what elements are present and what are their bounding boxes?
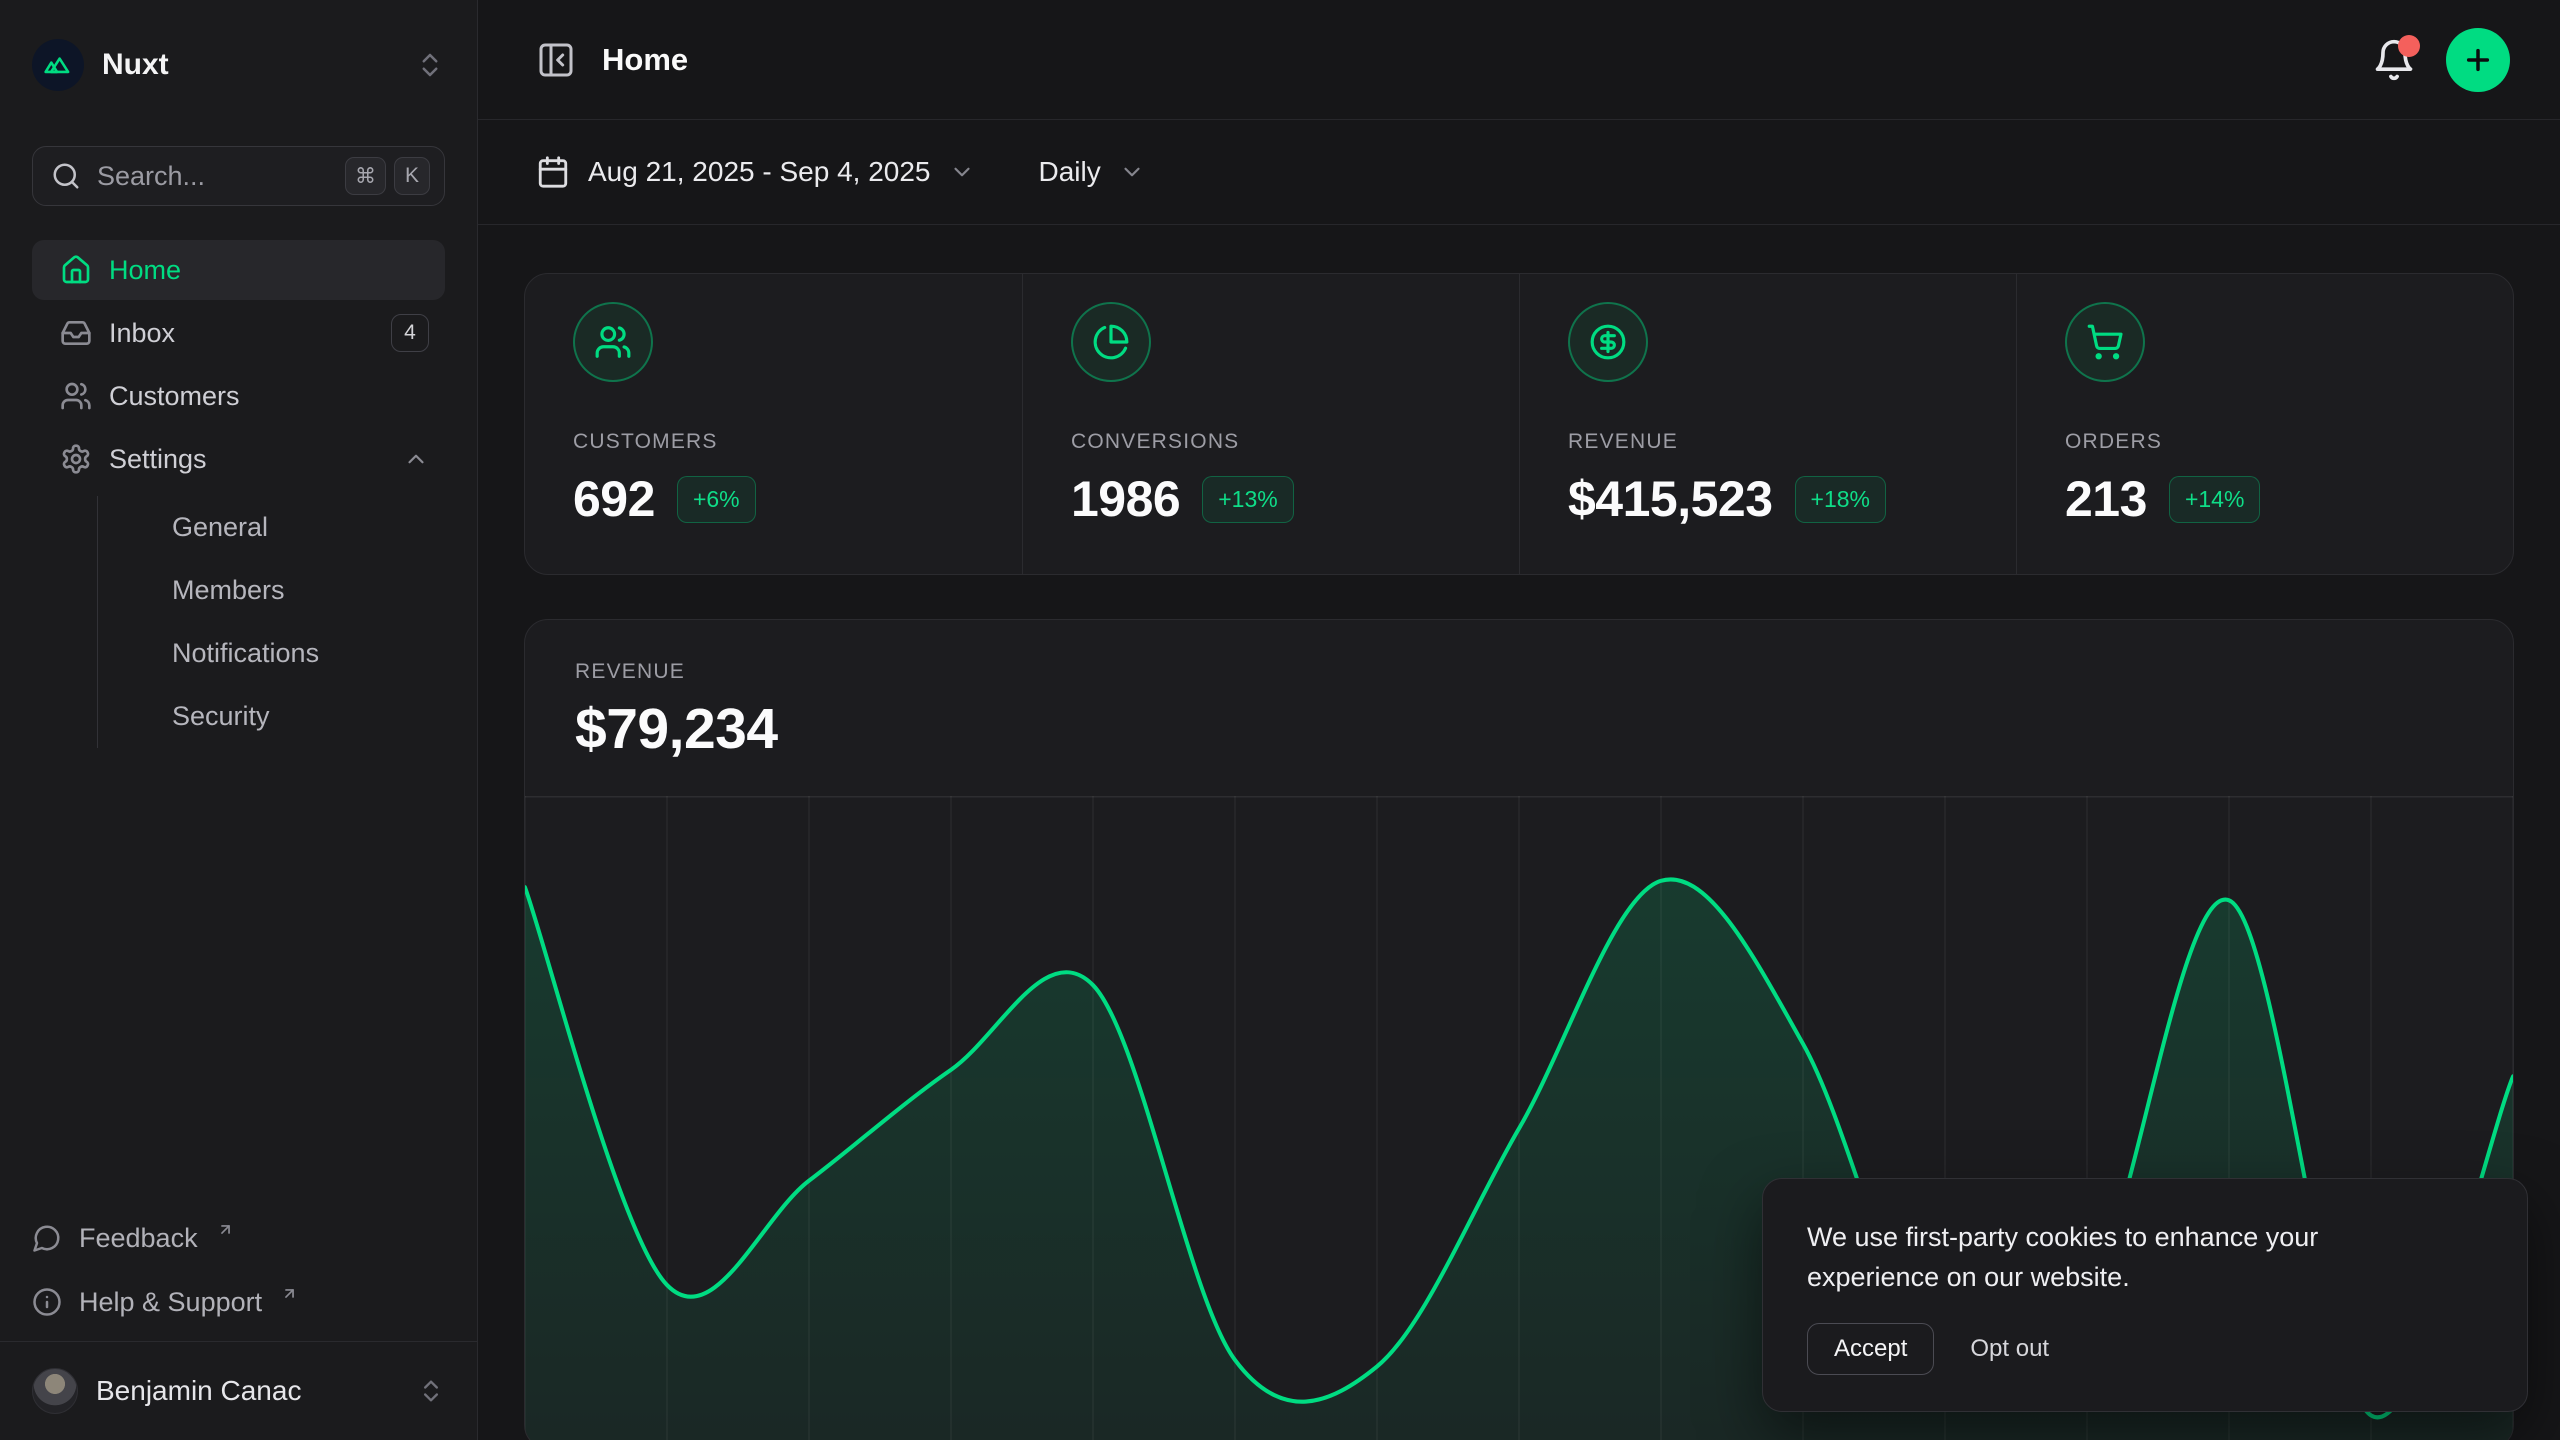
user-avatar [32,1368,78,1414]
message-bubble-icon [32,1223,62,1253]
sidebar-item-customers[interactable]: Customers [32,366,445,426]
stat-delta-badge: +14% [2169,476,2260,523]
stat-delta-badge: +6% [677,476,756,523]
settings-subnav: General Members Notifications Security [97,496,445,748]
sidebar-item-label: Inbox [109,318,175,349]
sidebar-item-notifications[interactable]: Notifications [98,622,445,685]
workspace-switcher[interactable]: Nuxt [32,38,445,92]
sidebar-item-settings[interactable]: Settings [32,429,445,489]
accept-button[interactable]: Accept [1807,1323,1934,1375]
topbar-actions [2372,28,2510,92]
search-input[interactable]: Search... ⌘ K [32,146,445,206]
granularity-select[interactable]: Daily [1039,156,1145,188]
help-support-label: Help & Support [79,1287,262,1318]
cookie-banner: We use first-party cookies to enhance yo… [1762,1178,2528,1412]
home-icon [60,254,92,286]
stat-label: CUSTOMERS [573,430,974,454]
info-circle-icon [32,1287,62,1317]
chevron-down-icon [1119,159,1145,185]
filter-bar: Aug 21, 2025 - Sep 4, 2025 Daily [478,120,2560,225]
page-title: Home [602,42,688,78]
revenue-chart-label: REVENUE [575,660,2463,684]
granularity-value: Daily [1039,156,1101,188]
gear-icon [60,443,92,475]
sidebar-item-label: Home [109,255,181,286]
chevrons-up-down-icon [417,1377,445,1405]
stat-label: REVENUE [1568,430,1968,454]
stat-value: 1986 [1071,470,1180,528]
kbd-cmd: ⌘ [345,157,386,195]
sidebar-item-security[interactable]: Security [98,685,445,748]
stat-delta-badge: +13% [1202,476,1293,523]
topbar: Home [478,0,2560,120]
notifications-button[interactable] [2372,38,2416,82]
stat-card-orders[interactable]: ORDERS 213 +14% [2016,274,2513,574]
pie-chart-icon [1071,302,1151,382]
stats-panel: CUSTOMERS 692 +6% CONVERSIONS 1986 [524,273,2514,575]
search-icon [51,161,81,191]
main-area: Home [478,0,2560,1440]
stat-label: ORDERS [2065,430,2465,454]
unread-dot [2398,35,2420,57]
sidebar-footer: Feedback Help & Support [32,1209,445,1341]
inbox-count-badge: 4 [391,314,429,352]
user-name: Benjamin Canac [96,1375,301,1407]
nuxt-logo [32,39,84,91]
sidebar-item-home[interactable]: Home [32,240,445,300]
sidebar-item-general[interactable]: General [98,496,445,559]
app-window: Nuxt Search... ⌘ K [0,0,2560,1440]
users-icon [60,380,92,412]
cookie-actions: Accept Opt out [1807,1323,2483,1375]
inbox-icon [60,317,92,349]
feedback-label: Feedback [79,1223,198,1254]
external-link-icon [217,1221,234,1238]
add-button[interactable] [2446,28,2510,92]
sidebar-nav: Home Inbox 4 C [32,240,445,748]
search-placeholder: Search... [97,161,205,192]
stat-card-conversions[interactable]: CONVERSIONS 1986 +13% [1022,274,1519,574]
dollar-circle-icon [1568,302,1648,382]
revenue-chart-value: $79,234 [575,696,2463,762]
kbd-k: K [394,157,430,195]
shopping-cart-icon [2065,302,2145,382]
stat-delta-badge: +18% [1795,476,1886,523]
stat-value: 213 [2065,470,2147,528]
opt-out-button[interactable]: Opt out [1964,1324,2055,1374]
stat-value: 692 [573,470,655,528]
stat-card-revenue[interactable]: REVENUE $415,523 +18% [1519,274,2016,574]
sidebar: Nuxt Search... ⌘ K [0,0,478,1440]
chevrons-up-down-icon [415,50,445,80]
help-support-link[interactable]: Help & Support [32,1273,445,1331]
sidebar-spacer [0,748,477,1209]
date-range-value: Aug 21, 2025 - Sep 4, 2025 [588,156,931,188]
sidebar-item-label: Settings [109,444,207,475]
chevron-up-icon [403,446,429,472]
calendar-icon [536,155,570,189]
search-shortcut: ⌘ K [345,157,430,195]
stat-card-customers[interactable]: CUSTOMERS 692 +6% [525,274,1022,574]
user-menu[interactable]: Benjamin Canac [32,1342,445,1440]
cookie-message: We use first-party cookies to enhance yo… [1807,1217,2397,1297]
sidebar-item-label: Customers [109,381,240,412]
sidebar-item-members[interactable]: Members [98,559,445,622]
stat-value: $415,523 [1568,470,1773,528]
collapse-sidebar-icon[interactable] [536,40,576,80]
chevron-down-icon [949,159,975,185]
workspace-name: Nuxt [102,48,169,82]
plus-icon [2462,44,2494,76]
external-link-icon [281,1285,298,1302]
revenue-chart-header: REVENUE $79,234 [525,620,2513,762]
users-icon [573,302,653,382]
feedback-link[interactable]: Feedback [32,1209,445,1267]
sidebar-item-inbox[interactable]: Inbox 4 [32,303,445,363]
stat-label: CONVERSIONS [1071,430,1471,454]
date-range-picker[interactable]: Aug 21, 2025 - Sep 4, 2025 [536,155,975,189]
